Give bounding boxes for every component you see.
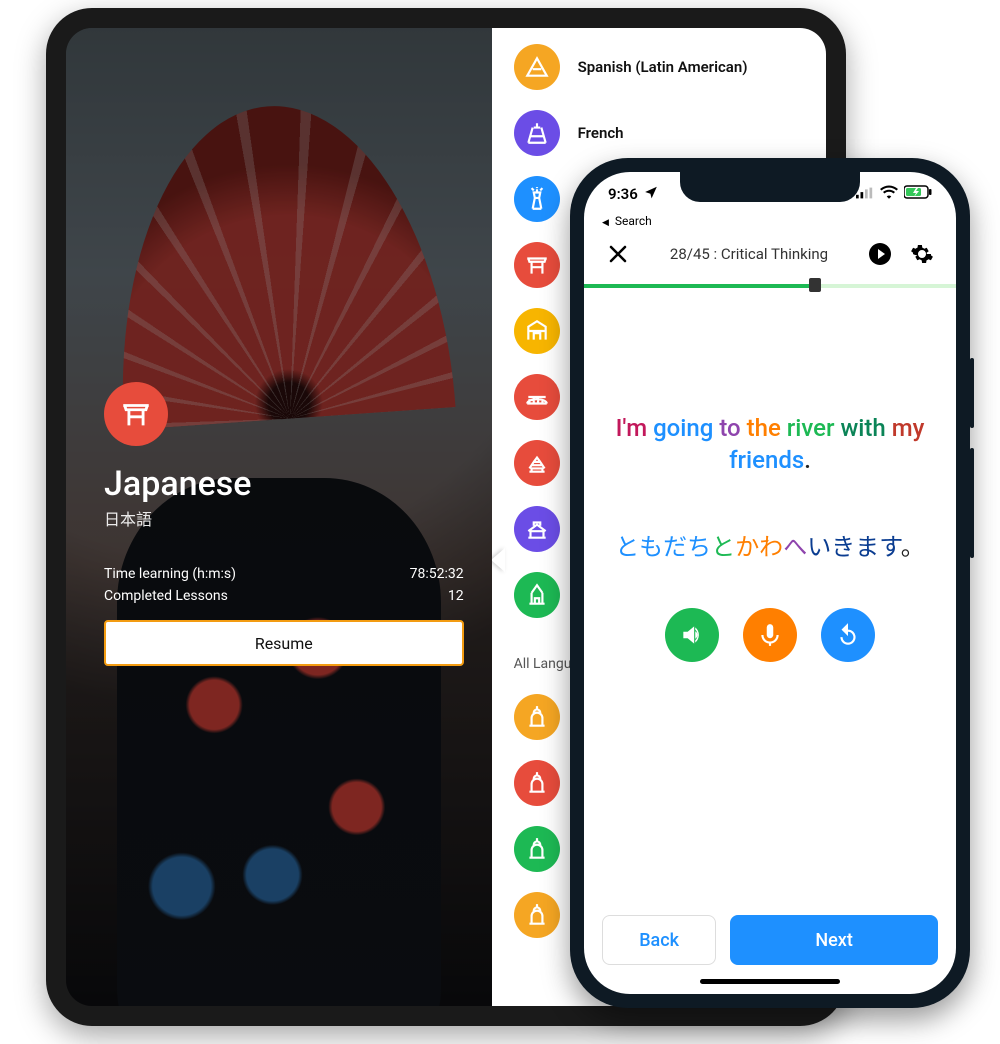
word: I'm	[616, 414, 653, 442]
eiffel-icon	[514, 110, 560, 156]
progress-handle[interactable]	[809, 278, 821, 292]
resume-button-label: Resume	[255, 634, 313, 653]
home-indicator[interactable]	[700, 979, 840, 984]
torii-icon	[514, 242, 560, 288]
speaker-button[interactable]	[665, 608, 719, 662]
stat-time: Time learning (h:m:s) 78:52:32	[104, 566, 464, 582]
back-to-search-label: Search	[615, 214, 652, 228]
word: かわ	[735, 533, 783, 561]
word: と	[711, 533, 735, 561]
colosseum-icon	[514, 374, 560, 420]
progress-fill	[584, 284, 815, 288]
language-item[interactable]: French	[492, 100, 826, 166]
word: to	[719, 414, 746, 442]
word: .	[804, 446, 811, 474]
word: friends	[729, 446, 804, 474]
course-title: Japanese	[104, 464, 464, 504]
location-icon	[644, 185, 658, 203]
mosque-icon	[514, 760, 560, 806]
word: with	[840, 414, 891, 442]
resume-button[interactable]: Resume	[104, 620, 464, 666]
mosque-icon	[514, 826, 560, 872]
selection-pointer	[492, 548, 505, 572]
stat-lessons: Completed Lessons 12	[104, 588, 464, 604]
word: ともだち	[615, 533, 711, 561]
action-row	[665, 608, 875, 662]
sentence-japanese: ともだちとかわへいきます。	[615, 529, 925, 566]
settings-button[interactable]	[908, 240, 936, 268]
lesson-progress[interactable]	[584, 278, 956, 292]
phone-device: 9:36 Search	[570, 158, 970, 1008]
word: my	[892, 414, 925, 442]
nav-row: Back Next	[584, 901, 956, 979]
play-button[interactable]	[866, 240, 894, 268]
back-to-search[interactable]: Search	[584, 214, 956, 228]
microphone-button[interactable]	[743, 608, 797, 662]
battery-icon	[904, 185, 932, 203]
word: 。	[901, 533, 925, 561]
liberty-icon	[514, 176, 560, 222]
sentence-english: I'm going to the river with my friends.	[614, 412, 926, 477]
course-native-name: 日本語	[104, 506, 464, 530]
lesson-body: I'm going to the river with my friends. …	[584, 292, 956, 901]
word: river	[787, 414, 841, 442]
word: going	[653, 414, 719, 442]
pyramid-icon	[514, 44, 560, 90]
pagoda-icon	[514, 440, 560, 486]
language-item[interactable]: Spanish (Latin American)	[492, 34, 826, 100]
language-label: Spanish (Latin American)	[578, 58, 748, 76]
mosque-icon	[514, 892, 560, 938]
status-time: 9:36	[608, 185, 638, 203]
stat-lessons-label: Completed Lessons	[104, 588, 228, 604]
close-button[interactable]	[604, 240, 632, 268]
replay-button[interactable]	[821, 608, 875, 662]
language-label: French	[578, 124, 624, 142]
stat-time-label: Time learning (h:m:s)	[104, 566, 236, 582]
word: いきま	[807, 533, 879, 561]
gate-icon	[514, 308, 560, 354]
phone-notch	[680, 172, 860, 202]
course-hero: Japanese 日本語 Time learning (h:m:s) 78:52…	[66, 28, 492, 1006]
next-button-label: Next	[815, 930, 852, 951]
word: the	[747, 414, 787, 442]
wifi-icon	[880, 185, 898, 203]
kremlin-icon	[514, 572, 560, 618]
temple-icon	[514, 506, 560, 552]
stat-lessons-value: 12	[448, 588, 464, 604]
course-card: Japanese 日本語 Time learning (h:m:s) 78:52…	[104, 382, 464, 666]
stat-time-value: 78:52:32	[410, 566, 464, 582]
back-button-label: Back	[639, 930, 679, 951]
lesson-header: 28/45 : Critical Thinking	[584, 228, 956, 274]
lesson-title: 28/45 : Critical Thinking	[670, 245, 828, 263]
mosque-icon	[514, 694, 560, 740]
next-button[interactable]: Next	[730, 915, 938, 965]
back-button[interactable]: Back	[602, 915, 716, 965]
phone-screen: 9:36 Search	[584, 172, 956, 994]
word: へ	[783, 533, 807, 561]
word: す	[879, 533, 901, 561]
torii-icon	[104, 382, 168, 446]
